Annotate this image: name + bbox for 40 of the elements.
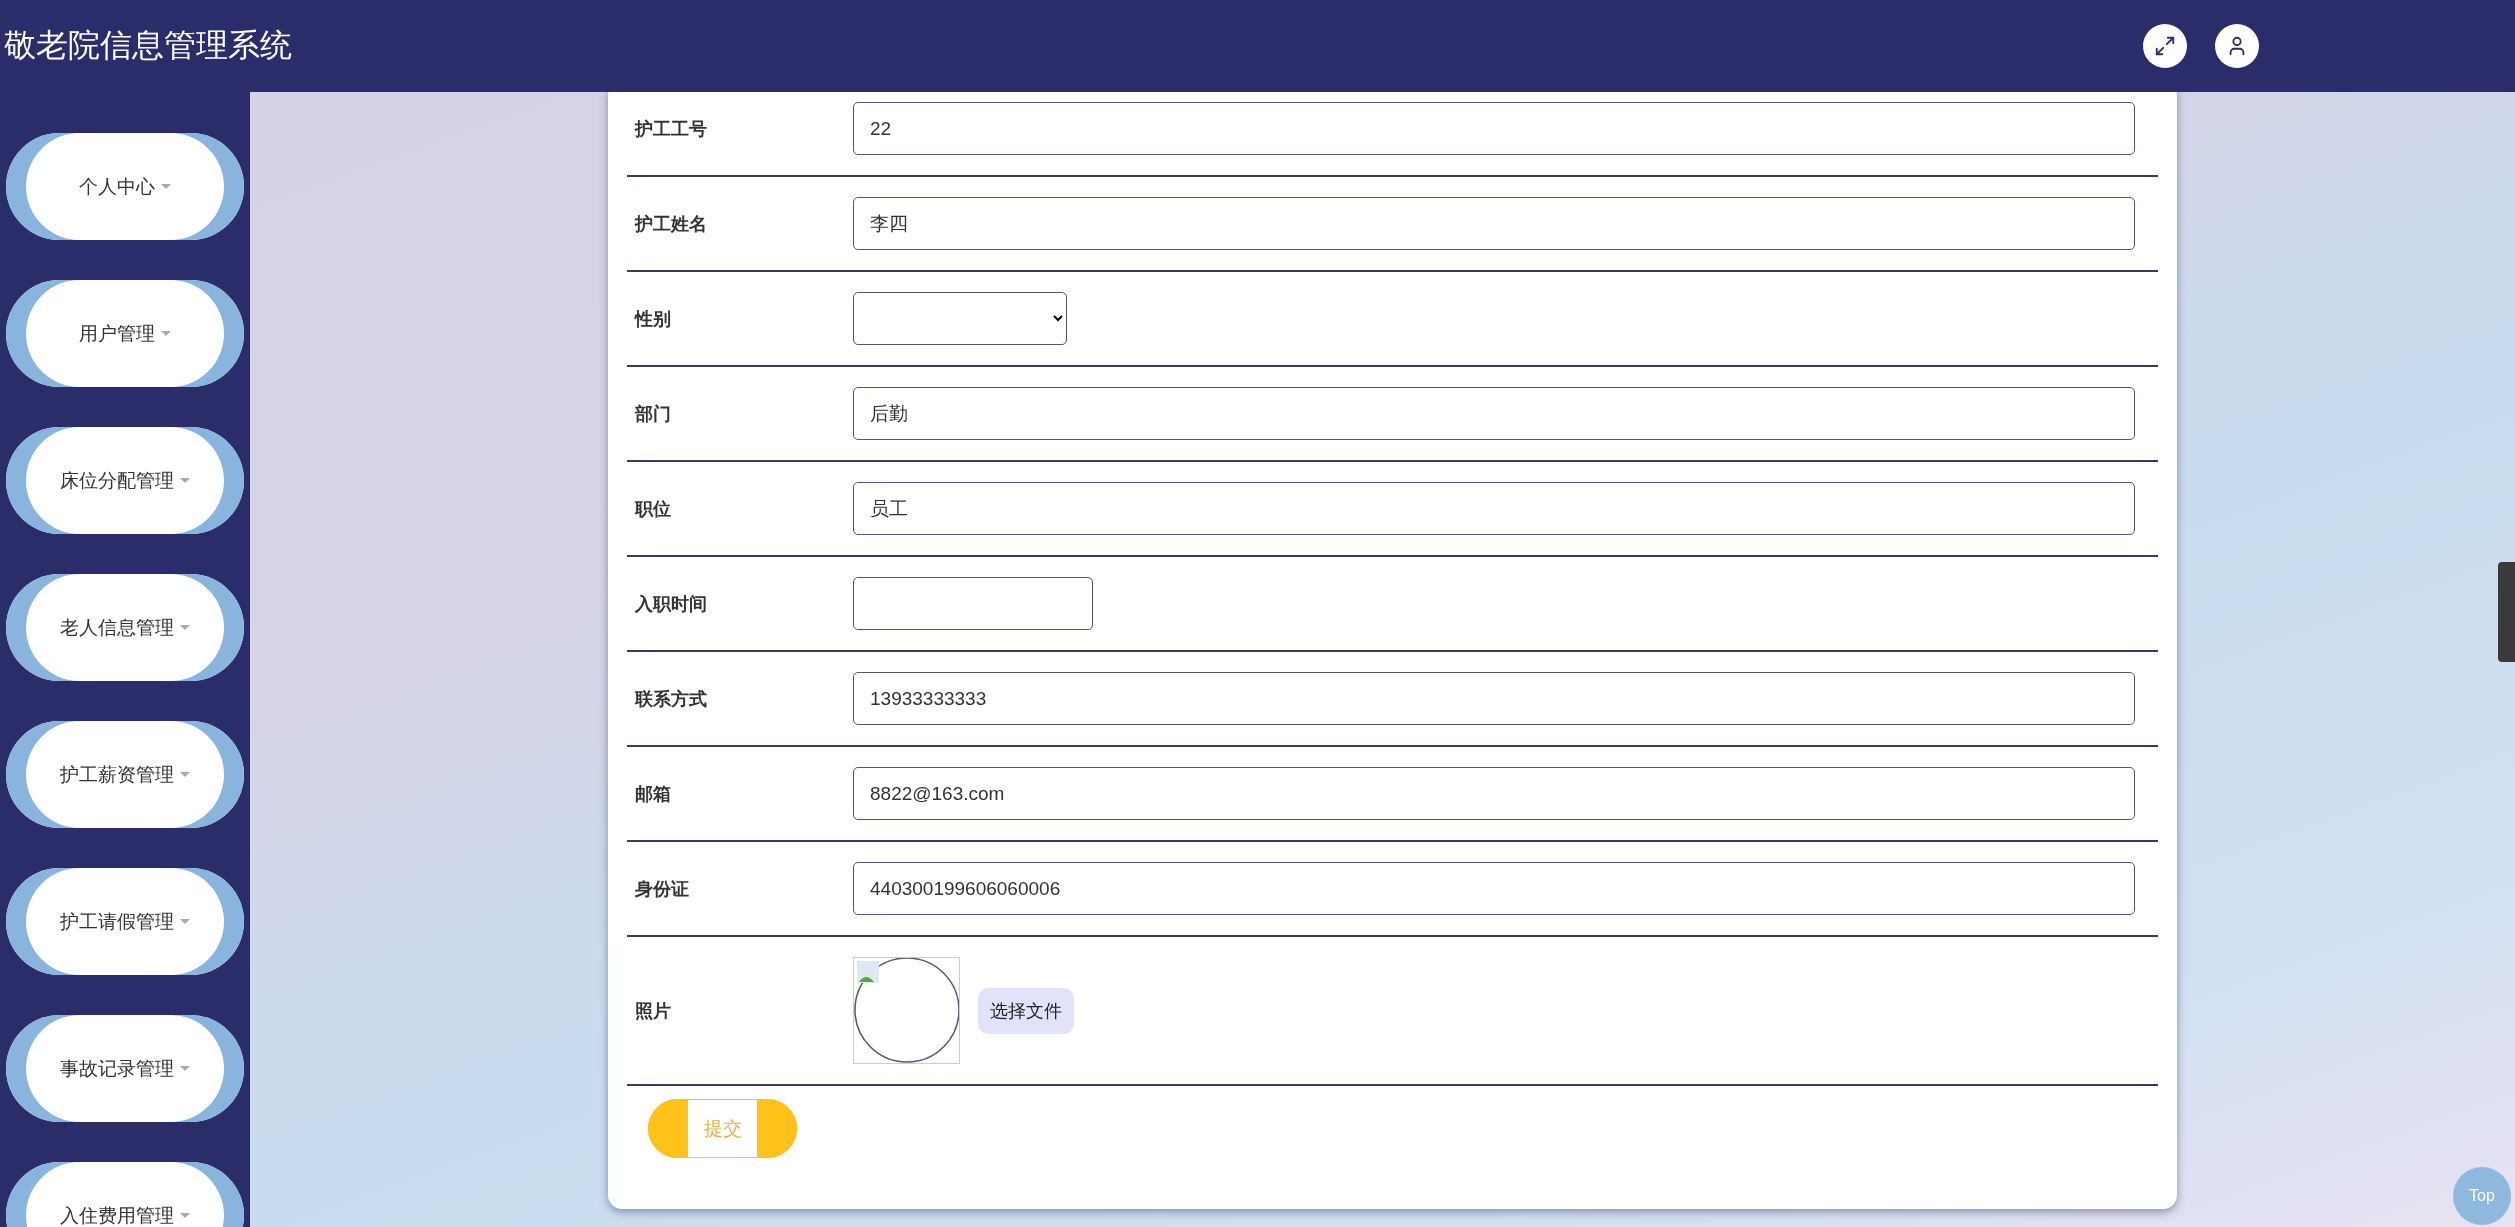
field-label: 身份证 bbox=[634, 877, 690, 901]
text-field[interactable]: 440300199606060006 bbox=[853, 862, 2135, 915]
choose-file-button[interactable]: 选择文件 bbox=[978, 987, 1074, 1034]
caret-icon bbox=[180, 772, 190, 777]
field-label: 性别 bbox=[633, 307, 672, 331]
date-field[interactable] bbox=[853, 577, 1093, 630]
sidebar-menu-item[interactable]: 入住费用管理 bbox=[6, 1162, 244, 1227]
sidebar-menu-item[interactable]: 护工请假管理 bbox=[6, 868, 244, 975]
field-label: 照片 bbox=[634, 999, 672, 1023]
caret-icon bbox=[180, 625, 190, 630]
sidebar-menu-item[interactable]: 个人中心 bbox=[6, 133, 244, 240]
field-label: 邮箱 bbox=[634, 782, 672, 806]
caret-icon bbox=[180, 1066, 190, 1071]
field-label: 部门 bbox=[634, 402, 672, 426]
app-title: 敬老院信息管理系统 bbox=[4, 26, 293, 65]
text-field[interactable]: 员工 bbox=[853, 482, 2135, 535]
field-label: 护工姓名 bbox=[633, 212, 708, 236]
fullscreen-icon bbox=[2154, 35, 2176, 57]
field-label: 入职时间 bbox=[634, 592, 708, 616]
sidebar-menu-item[interactable]: 护工薪资管理 bbox=[6, 721, 244, 828]
caret-icon bbox=[180, 919, 190, 924]
text-field[interactable]: 13933333333 bbox=[853, 672, 2135, 725]
fullscreen-button[interactable] bbox=[2143, 24, 2187, 68]
caret-icon bbox=[161, 331, 171, 336]
sidebar-menu-item[interactable]: 床位分配管理 bbox=[6, 427, 244, 534]
field-label: 护工工号 bbox=[633, 117, 708, 141]
sidebar-menu-item[interactable]: 老人信息管理 bbox=[6, 574, 244, 681]
text-field[interactable]: 22 bbox=[853, 102, 2135, 155]
text-field[interactable]: 8822@163.com bbox=[853, 767, 2135, 820]
text-field[interactable]: 后勤 bbox=[853, 387, 2135, 440]
sidebar-menu-item[interactable]: 事故记录管理 bbox=[6, 1015, 244, 1122]
sidebar-menu-item[interactable]: 用户管理 bbox=[6, 280, 244, 387]
user-button[interactable] bbox=[2215, 24, 2259, 68]
text-field[interactable]: 李四 bbox=[853, 197, 2135, 250]
field-label: 职位 bbox=[633, 497, 672, 521]
field-label: 联系方式 bbox=[633, 687, 708, 711]
caret-icon bbox=[180, 478, 190, 483]
caret-icon bbox=[161, 184, 171, 189]
caret-icon bbox=[180, 1213, 190, 1218]
select-field[interactable] bbox=[853, 292, 1067, 345]
